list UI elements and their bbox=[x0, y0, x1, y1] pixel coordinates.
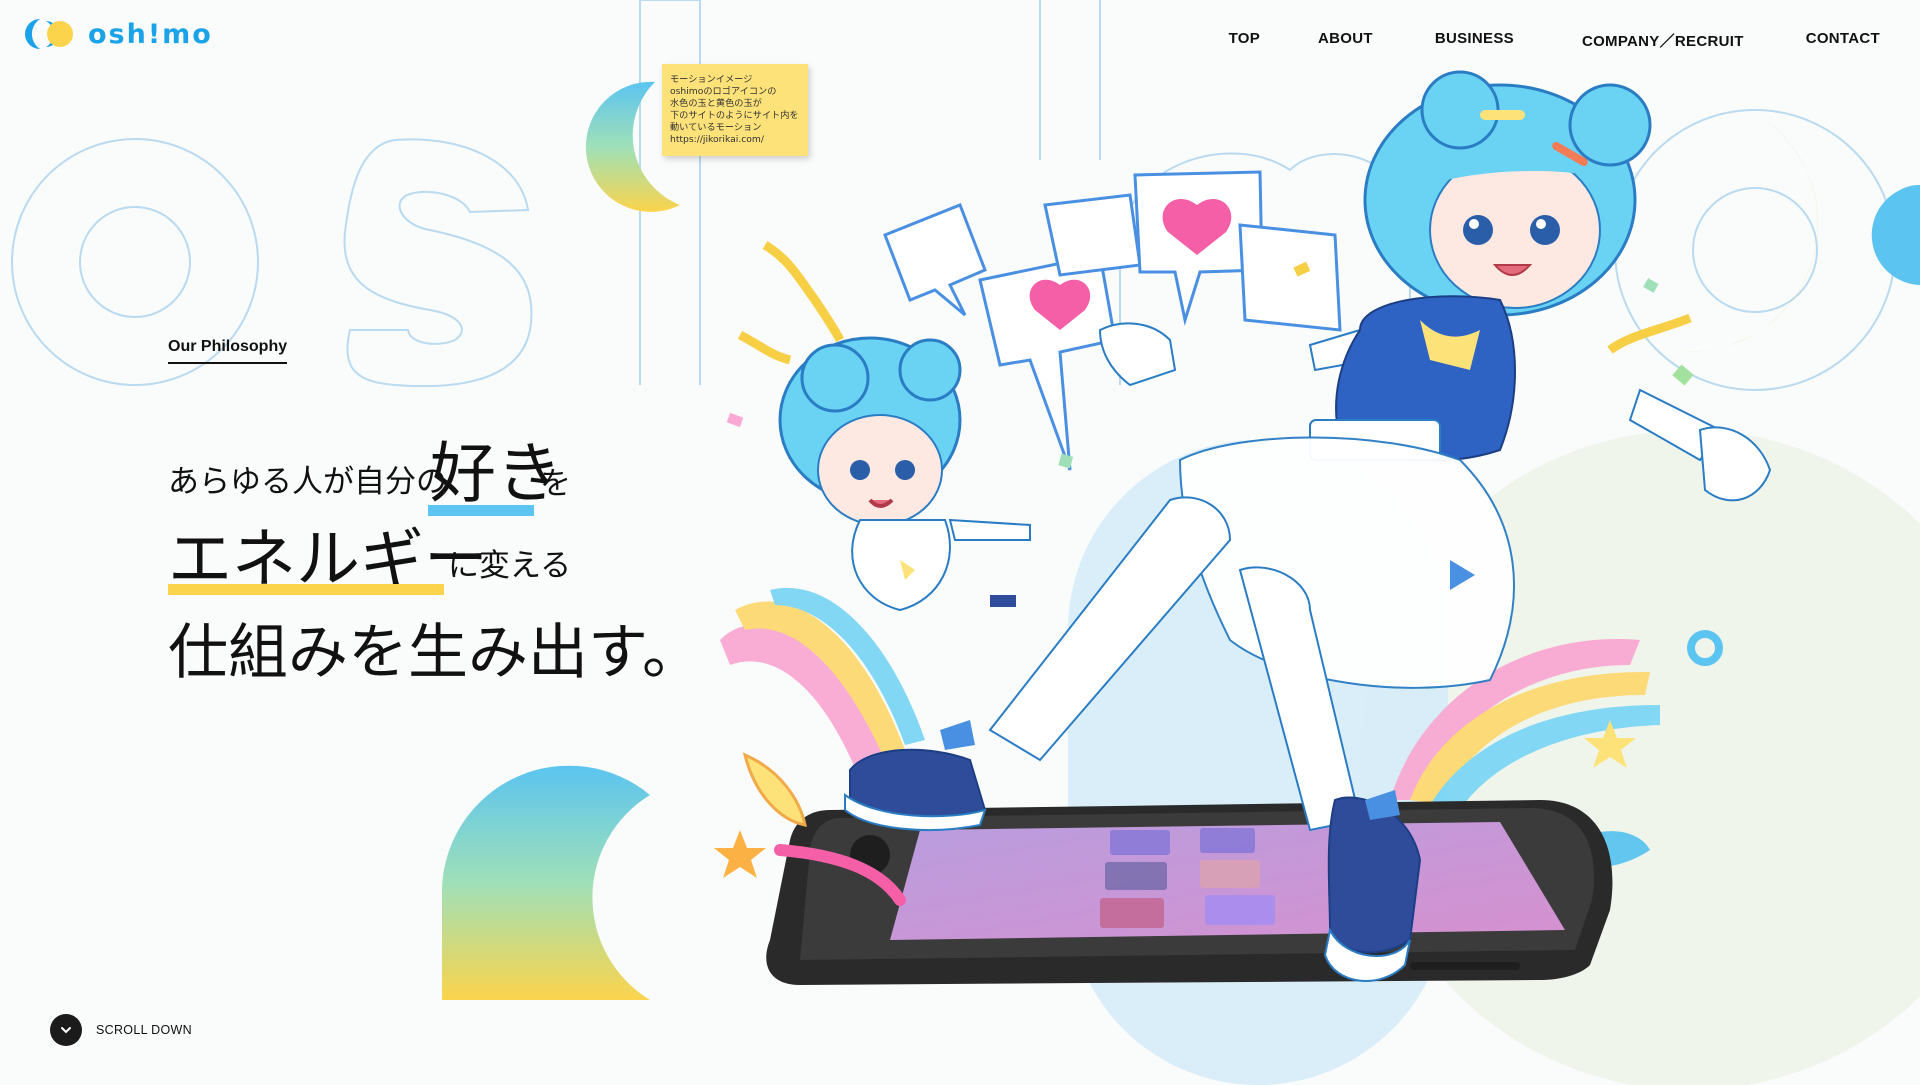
scroll-down-label: SCROLL DOWN bbox=[96, 1023, 192, 1037]
chevron-down-icon bbox=[61, 1027, 71, 1034]
nav-company-recruit-link[interactable]: COMPANY／RECRUIT bbox=[1582, 30, 1744, 51]
note-line: oshimoのロゴアイコンの bbox=[670, 86, 777, 97]
note-link[interactable]: https://jikorikai.com/ bbox=[670, 134, 800, 146]
scroll-down-button[interactable] bbox=[50, 1014, 82, 1046]
main-nav: TOP ABOUT BUSINESS COMPANY／RECRUIT CONTA… bbox=[1229, 30, 1880, 51]
note-line: 水色の玉と黄色の玉が bbox=[670, 98, 762, 109]
note-line: 動いているモーション bbox=[670, 122, 762, 133]
nav-top-link[interactable]: TOP bbox=[1229, 30, 1260, 51]
logo-text: osh!mo bbox=[88, 18, 213, 50]
scroll-down[interactable]: SCROLL DOWN bbox=[50, 1014, 192, 1046]
philosophy-line1-post: を bbox=[540, 466, 571, 502]
nav-business-link[interactable]: BUSINESS bbox=[1435, 30, 1514, 51]
logo-icon bbox=[25, 19, 73, 49]
site-logo[interactable]: osh!mo bbox=[22, 16, 213, 52]
note-line: モーションイメージ bbox=[670, 74, 753, 85]
nav-contact-link[interactable]: CONTACT bbox=[1806, 30, 1880, 51]
philosophy-line3: 仕組みを生み出す。 bbox=[168, 618, 702, 688]
philosophy-line2-post: に変える bbox=[448, 548, 572, 584]
philosophy-line1-pre: あらゆる人が自分の bbox=[168, 464, 447, 500]
motion-note: モーションイメージ oshimoのロゴアイコンの 水色の玉と黄色の玉が 下のサイ… bbox=[662, 64, 808, 156]
note-line: 下のサイトのようにサイト内を bbox=[670, 110, 799, 121]
section-label: Our Philosophy bbox=[168, 338, 288, 364]
emphasis-underline-yellow bbox=[168, 584, 444, 595]
nav-about-link[interactable]: ABOUT bbox=[1318, 30, 1373, 51]
